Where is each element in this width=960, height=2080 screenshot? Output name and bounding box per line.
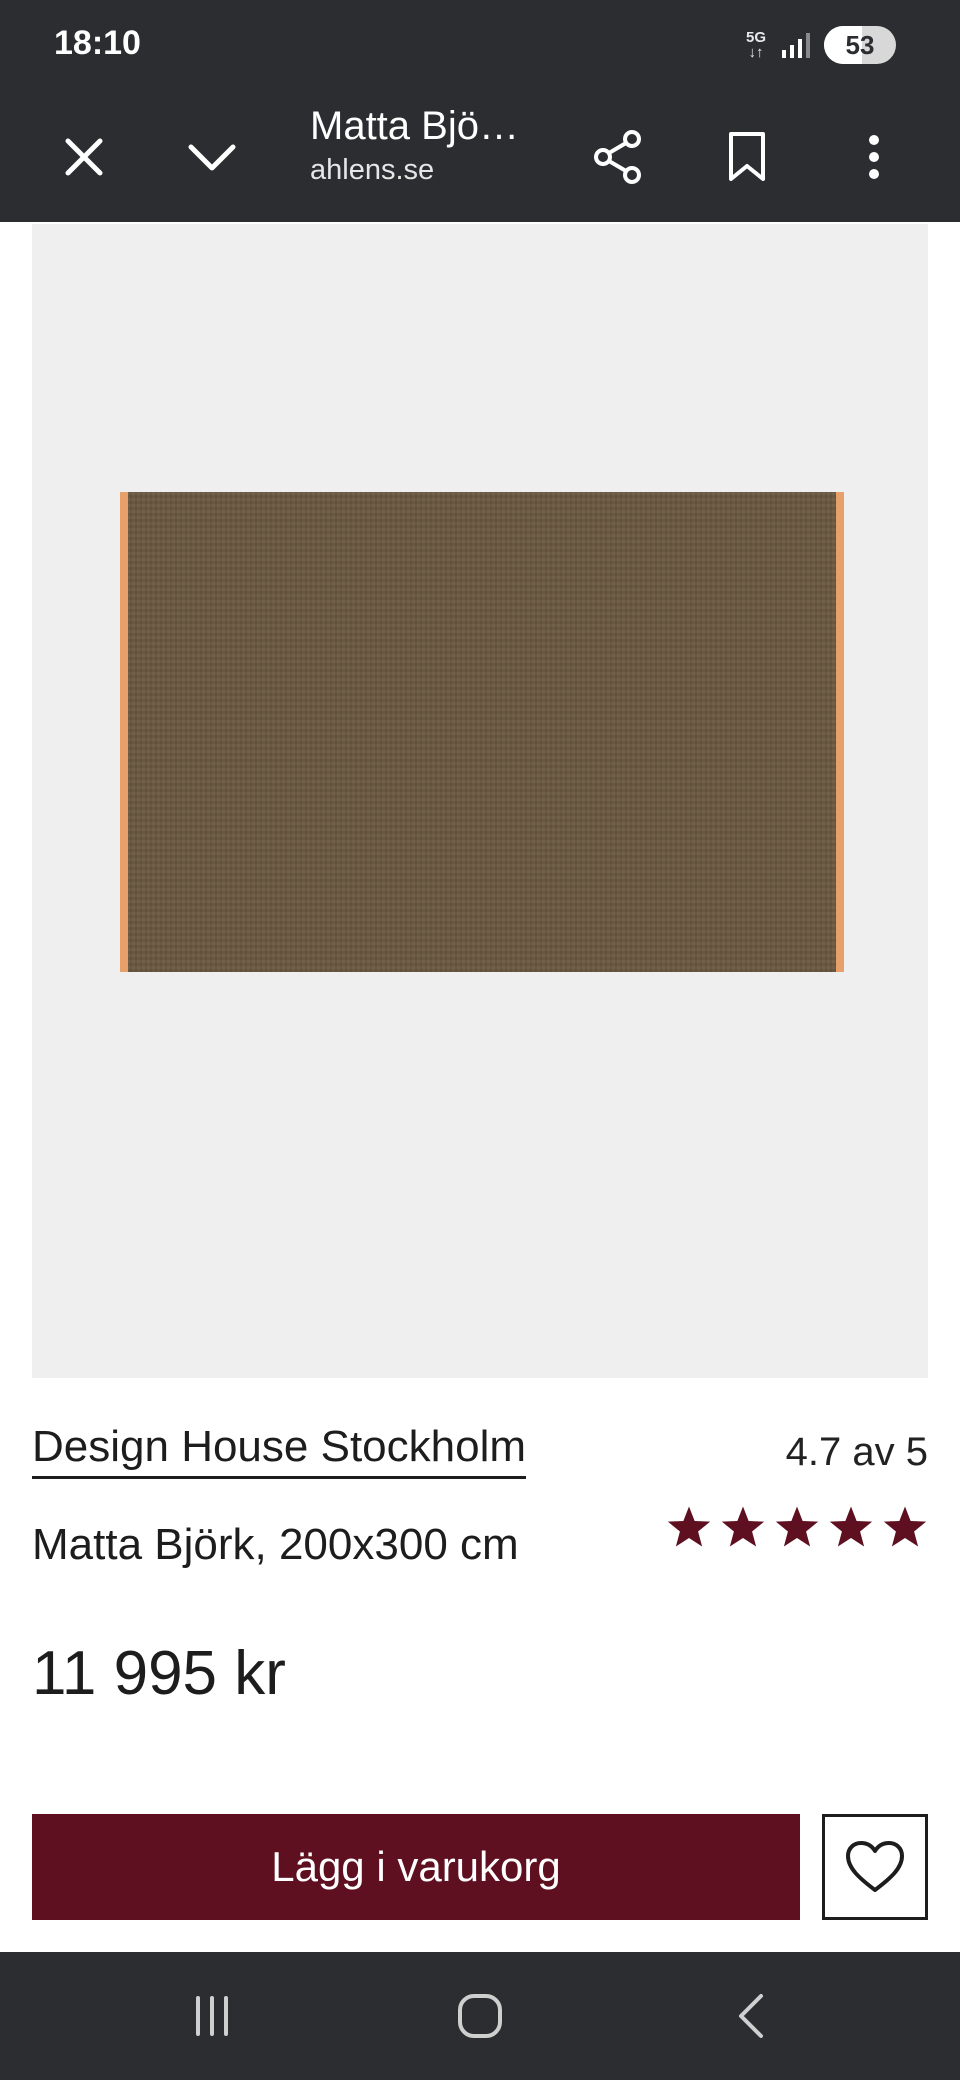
system-nav-bar [0, 1952, 960, 2080]
more-vert-icon [869, 135, 879, 179]
wishlist-button[interactable] [822, 1814, 928, 1920]
recents-button[interactable] [172, 1976, 252, 2056]
share-icon [594, 130, 641, 184]
product-image[interactable] [32, 224, 928, 1378]
signal-icon [782, 33, 810, 58]
star-icon [721, 1506, 765, 1547]
product-name: Matta Björk, 200x300 cm [32, 1520, 519, 1569]
rating-stars[interactable] [666, 1504, 928, 1548]
status-icons: 5G ↓↑ 53 [746, 26, 896, 64]
bookmark-button[interactable] [709, 119, 785, 195]
product-price: 11 995 kr [32, 1639, 286, 1708]
rug-right-edge [836, 492, 844, 972]
star-icon [667, 1506, 711, 1547]
close-icon [65, 138, 103, 176]
add-to-cart-button[interactable]: Lägg i varukorg [32, 1814, 800, 1920]
bookmark-icon [729, 132, 765, 181]
heart-icon [846, 1841, 904, 1892]
browser-toolbar: Matta Bjö… ahlens.se [0, 92, 960, 222]
star-icon [829, 1506, 873, 1547]
data-arrows-icon: ↓↑ [748, 44, 764, 61]
home-button[interactable] [440, 1976, 520, 2056]
page-domain: ahlens.se [310, 154, 435, 186]
back-button[interactable] [710, 1976, 790, 2056]
back-icon [739, 1994, 763, 2038]
rug-photo [120, 492, 844, 972]
tab-title-area[interactable]: Matta Bjö… ahlens.se [310, 100, 570, 188]
rating-text: 4.7 av 5 [785, 1430, 928, 1474]
battery-percent: 53 [845, 29, 875, 60]
share-button[interactable] [580, 119, 656, 195]
recents-icon [196, 1996, 228, 2036]
battery-indicator: 53 [824, 26, 896, 64]
home-icon [458, 1994, 502, 2038]
page-title: Matta Bjö… [310, 104, 519, 148]
network-type: 5G [745, 29, 766, 46]
brand-link[interactable]: Design House Stockholm [32, 1422, 527, 1479]
more-options-button[interactable] [836, 119, 912, 195]
status-bar: 18:10 5G ↓↑ 53 [0, 0, 960, 92]
network-indicator: 5G ↓↑ [746, 30, 766, 60]
rug-left-edge [120, 492, 128, 972]
star-icon [883, 1506, 927, 1547]
star-icon [775, 1506, 819, 1547]
minimize-tab-button[interactable] [174, 119, 250, 195]
close-tab-button[interactable] [46, 119, 122, 195]
status-time: 18:10 [54, 24, 141, 62]
chevron-down-icon [188, 144, 236, 171]
